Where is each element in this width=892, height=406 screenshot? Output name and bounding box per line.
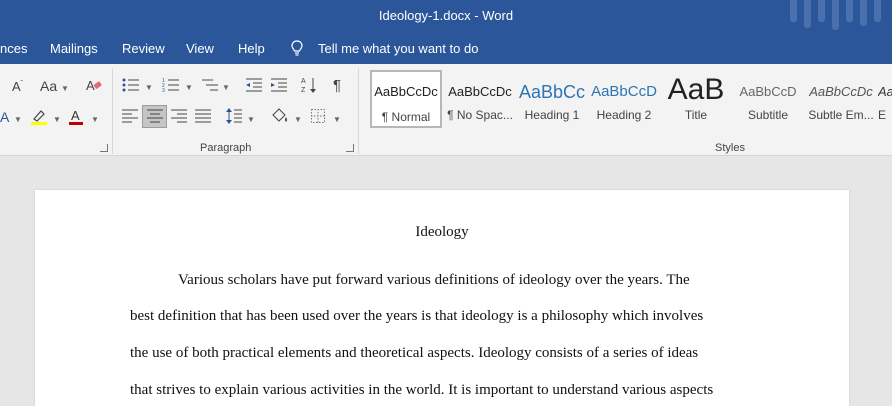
change-case-label: Aa	[40, 78, 58, 94]
paragraph-dialog-launcher-icon[interactable]	[346, 144, 354, 152]
change-case-button[interactable]: Aa	[40, 79, 57, 93]
style-name: ¶ No Spac...	[447, 108, 513, 122]
tell-me-search[interactable]: Tell me what you want to do	[318, 41, 478, 56]
shading-icon[interactable]	[270, 107, 290, 125]
align-center-icon	[147, 109, 163, 123]
svg-text:A: A	[71, 108, 80, 123]
document-line: that strives to explain various activiti…	[130, 382, 714, 398]
chevron-down-icon[interactable]: ▼	[185, 83, 193, 92]
styles-gallery: AaBbCcDc ¶ Normal AaBbCcDc ¶ No Spac... …	[368, 70, 892, 128]
document-title: Ideology	[415, 224, 469, 240]
style-subtle-emphasis[interactable]: AaBbCcDc Subtle Em...	[804, 70, 878, 128]
tab-mailings[interactable]: Mailings	[50, 41, 98, 56]
clear-formatting-icon[interactable]: A	[86, 77, 102, 93]
chevron-down-icon[interactable]: ▼	[145, 83, 153, 92]
title-bar: Ideology-1.docx - Word	[0, 0, 892, 34]
style-name: Title	[684, 108, 708, 122]
chevron-down-icon[interactable]: ▼	[53, 115, 61, 124]
svg-text:A: A	[86, 78, 95, 93]
tab-references[interactable]: nces	[0, 41, 27, 56]
tab-help[interactable]: Help	[238, 41, 265, 56]
title-bar-pattern	[782, 0, 892, 34]
shrink-font-icon[interactable]: Aˇ	[12, 80, 23, 93]
style-preview: AaBbCcD	[739, 84, 797, 99]
style-name: Heading 2	[596, 108, 652, 122]
chevron-down-icon[interactable]: ▼	[91, 115, 99, 124]
style-preview: AaBbCc	[518, 82, 586, 102]
style-name: Heading 1	[524, 108, 580, 122]
justify-icon[interactable]	[195, 109, 211, 123]
chevron-down-icon[interactable]: ▼	[61, 84, 69, 93]
tab-review[interactable]: Review	[122, 41, 165, 56]
align-right-icon[interactable]	[171, 109, 187, 123]
style-heading-2[interactable]: AaBbCcD Heading 2	[588, 70, 660, 128]
font-dialog-launcher-icon[interactable]	[100, 144, 108, 152]
window-title: Ideology-1.docx - Word	[378, 8, 514, 23]
align-center-button[interactable]	[142, 105, 167, 128]
chevron-down-icon[interactable]: ▼	[247, 115, 255, 124]
document-line: best definition that has been used over …	[130, 308, 704, 324]
style-preview: AaBbCcDc	[374, 84, 438, 99]
decrease-indent-icon[interactable]	[245, 77, 263, 93]
text-effects-icon[interactable]: A	[0, 110, 9, 124]
chevron-down-icon[interactable]: ▼	[333, 115, 341, 124]
font-color-icon[interactable]: A	[68, 108, 84, 126]
numbering-icon[interactable]: 1 2 3	[162, 77, 180, 93]
style-preview: AaBbCcDc	[809, 84, 873, 99]
ribbon-tabs: nces Mailings Review View Help Tell me w…	[0, 34, 892, 64]
lightbulb-icon[interactable]	[291, 40, 303, 57]
style-no-spacing[interactable]: AaBbCcDc ¶ No Spac...	[444, 70, 516, 128]
group-separator	[112, 68, 113, 154]
style-title[interactable]: AaB Title	[660, 70, 732, 128]
multilevel-list-icon[interactable]	[201, 77, 219, 93]
chevron-down-icon[interactable]: ▼	[294, 115, 302, 124]
sort-icon[interactable]: AZ	[301, 76, 317, 94]
style-name: E	[878, 108, 887, 122]
tab-view[interactable]: View	[186, 41, 214, 56]
style-name: ¶ Normal	[381, 110, 431, 124]
line-spacing-icon[interactable]	[226, 107, 242, 125]
highlight-color-icon[interactable]	[30, 108, 48, 126]
group-separator	[358, 68, 359, 154]
increase-indent-icon[interactable]	[270, 77, 288, 93]
svg-text:3: 3	[162, 88, 165, 93]
style-heading-1[interactable]: AaBbCc Heading 1	[516, 70, 588, 128]
show-formatting-marks-icon[interactable]: ¶	[333, 78, 341, 93]
document-line: Various scholars have put forward variou…	[178, 272, 690, 288]
document-page[interactable]: Ideology Various scholars have put forwa…	[35, 190, 849, 406]
document-area: Ideology Various scholars have put forwa…	[0, 157, 892, 406]
style-preview: AaB	[667, 73, 725, 106]
style-subtitle[interactable]: AaBbCcD Subtitle	[732, 70, 804, 128]
style-emphasis[interactable]: Aa E	[878, 70, 892, 128]
style-name: Subtitle	[747, 108, 789, 122]
bullets-icon[interactable]	[122, 77, 140, 93]
document-line: the use of both practical elements and t…	[130, 345, 699, 361]
style-name: Subtle Em...	[808, 108, 874, 122]
chevron-down-icon[interactable]: ▼	[14, 115, 22, 124]
style-preview: AaBbCcDc	[448, 84, 512, 99]
style-preview: AaBbCcD	[591, 83, 657, 100]
chevron-down-icon[interactable]: ▼	[222, 83, 230, 92]
style-preview: Aa	[878, 84, 892, 99]
paragraph-group-label: Paragraph	[200, 142, 252, 154]
borders-icon[interactable]	[311, 109, 325, 123]
style-normal[interactable]: AaBbCcDc ¶ Normal	[370, 70, 442, 128]
svg-text:Z: Z	[301, 87, 306, 94]
styles-group-label: Styles	[715, 142, 745, 154]
svg-text:A: A	[301, 78, 306, 85]
align-left-icon[interactable]	[122, 109, 138, 123]
